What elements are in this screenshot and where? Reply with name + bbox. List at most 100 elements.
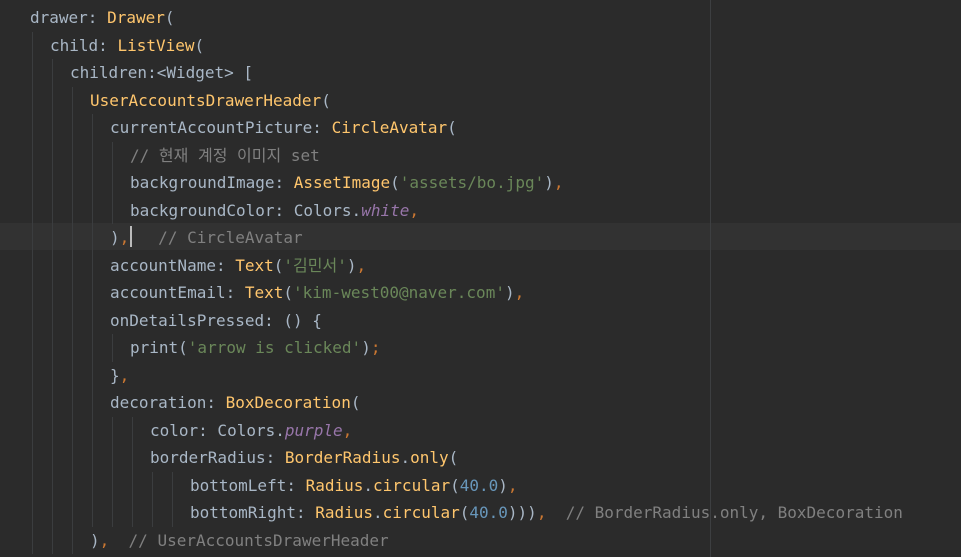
- code-line[interactable]: accountName: Text('김민서'),: [110, 252, 366, 280]
- code-token: ,: [409, 200, 419, 220]
- code-token: '김민서': [283, 255, 347, 275]
- code-line[interactable]: backgroundColor: Colors.white,: [130, 197, 419, 225]
- indent-guide: [172, 471, 173, 527]
- indent-guide: [112, 416, 113, 527]
- code-line[interactable]: color: Colors.purple,: [150, 417, 352, 445]
- code-token: accountEmail:: [110, 283, 245, 302]
- code-line[interactable]: child: ListView(: [50, 32, 204, 60]
- code-line[interactable]: bottomRight: Radius.circular(40.0))), //…: [190, 499, 903, 527]
- code-token: AssetImage: [293, 173, 391, 192]
- code-line[interactable]: decoration: BoxDecoration(: [110, 389, 360, 417]
- indent-guide: [72, 86, 73, 554]
- code-token: (: [283, 283, 294, 302]
- code-token: (: [321, 90, 331, 110]
- code-token: backgroundColor: Colors.: [130, 200, 362, 220]
- code-token: ,: [553, 173, 564, 192]
- code-token: ): [90, 530, 100, 550]
- code-token: ): [504, 283, 515, 302]
- code-token: ,: [356, 255, 367, 275]
- code-token: decoration:: [110, 393, 226, 412]
- code-token: ): [498, 475, 508, 495]
- code-line[interactable]: ), // CircleAvatar: [110, 224, 303, 252]
- code-line[interactable]: backgroundImage: AssetImage('assets/bo.j…: [130, 169, 564, 197]
- code-token: Radius: [305, 475, 364, 495]
- right-margin-guide: [710, 0, 711, 557]
- code-token: ,: [514, 283, 525, 302]
- code-token: child:: [50, 35, 118, 55]
- code-token: // UserAccountsDrawerHeader: [109, 530, 389, 550]
- code-line[interactable]: drawer: Drawer(: [30, 4, 175, 32]
- code-token: ,: [119, 365, 130, 385]
- code-line[interactable]: bottomLeft: Radius.circular(40.0),: [190, 472, 518, 500]
- code-token: BorderRadius: [284, 448, 401, 467]
- code-token: currentAccountPicture:: [110, 118, 332, 137]
- code-line[interactable]: },: [110, 362, 129, 390]
- code-token: ): [361, 338, 371, 357]
- code-token: ,: [119, 228, 130, 247]
- code-token: ,: [536, 503, 547, 522]
- indent-guide: [152, 471, 153, 527]
- code-token: accountName:: [110, 255, 236, 275]
- code-line[interactable]: onDetailsPressed: () {: [110, 307, 322, 335]
- code-line[interactable]: accountEmail: Text('kim-west00@naver.com…: [110, 279, 524, 307]
- code-token: backgroundImage:: [130, 173, 294, 192]
- code-line[interactable]: print('arrow is clicked');: [130, 334, 380, 362]
- code-token: onDetailsPressed: () {: [110, 310, 322, 330]
- code-token: 40.0: [469, 503, 508, 522]
- code-token: white: [361, 200, 410, 220]
- code-token: (: [350, 393, 361, 412]
- code-token: 'arrow is clicked': [187, 338, 362, 357]
- code-token: children:<Widget> [: [70, 63, 254, 82]
- code-line[interactable]: borderRadius: BorderRadius.only(: [150, 444, 458, 472]
- code-token: borderRadius:: [150, 448, 285, 467]
- code-token: bottomRight:: [190, 503, 316, 522]
- code-token: .: [363, 475, 374, 495]
- code-token: ): [544, 173, 554, 192]
- code-line[interactable]: UserAccountsDrawerHeader(: [90, 87, 331, 115]
- code-token: // 현재 계정 이미지 set: [130, 145, 320, 165]
- code-token: // CircleAvatar: [129, 228, 303, 247]
- code-token: drawer:: [30, 8, 108, 27]
- code-line[interactable]: children:<Widget> [: [70, 59, 253, 87]
- code-token: print(: [130, 338, 188, 357]
- code-token: 'kim-west00@naver.com': [293, 283, 505, 302]
- code-token: Text: [244, 283, 284, 302]
- code-token: only: [410, 448, 449, 467]
- code-token: ))): [507, 503, 537, 522]
- code-token: ListView: [117, 35, 195, 55]
- code-line[interactable]: currentAccountPicture: CircleAvatar(: [110, 114, 457, 142]
- code-token: (: [448, 448, 459, 467]
- code-token: UserAccountsDrawerHeader: [90, 90, 322, 110]
- code-token: ;: [370, 338, 381, 357]
- code-token: // BorderRadius.only, BoxDecoration: [546, 503, 903, 522]
- code-token: ,: [507, 475, 518, 495]
- indent-guide: [52, 59, 53, 554]
- code-line[interactable]: ), // UserAccountsDrawerHeader: [90, 527, 389, 555]
- code-token: Drawer: [107, 8, 165, 27]
- code-token: (: [447, 118, 457, 137]
- code-token: (: [459, 503, 470, 522]
- indent-guide: [92, 114, 93, 527]
- code-editor[interactable]: drawer: Drawer(child: ListView(children:…: [0, 0, 961, 557]
- code-token: CircleAvatar: [331, 118, 448, 137]
- code-token: 'assets/bo.jpg': [399, 173, 545, 192]
- code-token: circular: [373, 475, 451, 495]
- code-token: .: [373, 503, 383, 522]
- code-token: ): [110, 228, 120, 247]
- indent-guide: [112, 334, 113, 362]
- code-token: (: [273, 255, 284, 275]
- code-token: (: [450, 475, 460, 495]
- code-token: (: [164, 8, 175, 27]
- code-token: BoxDecoration: [225, 393, 351, 412]
- code-token: (: [194, 35, 205, 55]
- code-token: color: Colors.: [150, 420, 285, 440]
- code-line[interactable]: // 현재 계정 이미지 set: [130, 142, 320, 170]
- indent-guide: [112, 141, 113, 224]
- code-token: ,: [342, 420, 353, 440]
- code-token: Text: [235, 255, 274, 275]
- code-token: purple: [284, 420, 343, 440]
- indent-guide: [132, 416, 133, 527]
- code-token: .: [400, 448, 411, 467]
- code-token: circular: [382, 503, 460, 522]
- code-token: (: [390, 173, 400, 192]
